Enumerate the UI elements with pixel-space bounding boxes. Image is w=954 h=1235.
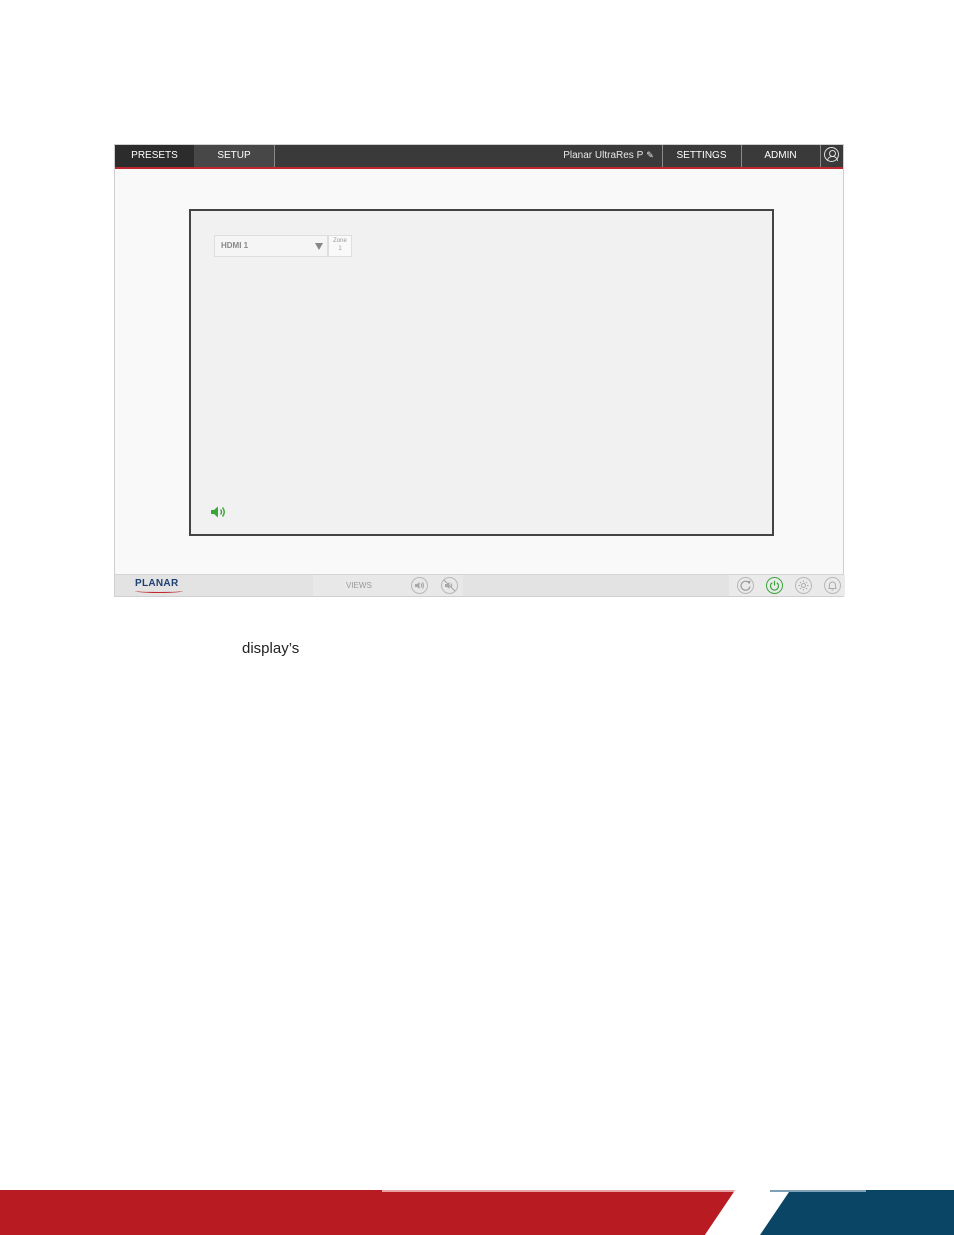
zone-badge: Zone 1 — [328, 235, 352, 257]
views-label: VIEWS — [346, 581, 372, 590]
power-icon[interactable] — [766, 577, 783, 594]
tab-setup[interactable]: SETUP — [194, 145, 275, 167]
volume-icon[interactable] — [411, 577, 428, 594]
pencil-icon[interactable]: ✎ — [646, 150, 654, 160]
app-window: PRESETS SETUP Planar UltraRes P ✎ SETTING… — [114, 144, 845, 597]
display-canvas: HDMI 1 Zone 1 — [189, 209, 774, 536]
device-name-editable[interactable]: Planar UltraRes P ✎ — [555, 145, 663, 167]
zone-label: Zone — [333, 238, 347, 244]
system-controls — [729, 575, 845, 596]
refresh-icon[interactable] — [737, 577, 754, 594]
source-select[interactable]: HDMI 1 — [214, 235, 328, 257]
bottom-bar: PLANAR VIEWS — [115, 574, 845, 596]
tab-settings[interactable]: SETTINGS — [662, 145, 742, 167]
device-name-label: Planar UltraRes P — [563, 150, 644, 161]
views-section: VIEWS — [313, 575, 463, 596]
alarm-icon[interactable] — [824, 577, 841, 594]
chevron-down-icon — [315, 243, 323, 250]
logo-swoosh — [135, 589, 183, 593]
user-icon — [824, 147, 839, 162]
footer-red-highlight — [382, 1190, 762, 1192]
top-nav-bar: PRESETS SETUP Planar UltraRes P ✎ SETTING… — [115, 145, 843, 169]
footer-navy-highlight — [770, 1190, 866, 1192]
tab-presets[interactable]: PRESETS — [115, 145, 195, 167]
mute-icon[interactable] — [441, 577, 458, 594]
user-button[interactable] — [820, 145, 844, 167]
volume-icon[interactable] — [210, 505, 227, 519]
tab-admin[interactable]: ADMIN — [741, 145, 821, 167]
source-select-value: HDMI 1 — [221, 241, 249, 250]
planar-logo: PLANAR — [135, 578, 179, 589]
caption-text: display’s — [242, 640, 300, 657]
zone-number: 1 — [338, 246, 342, 252]
brightness-icon[interactable] — [795, 577, 812, 594]
footer-navy-band — [760, 1190, 954, 1235]
